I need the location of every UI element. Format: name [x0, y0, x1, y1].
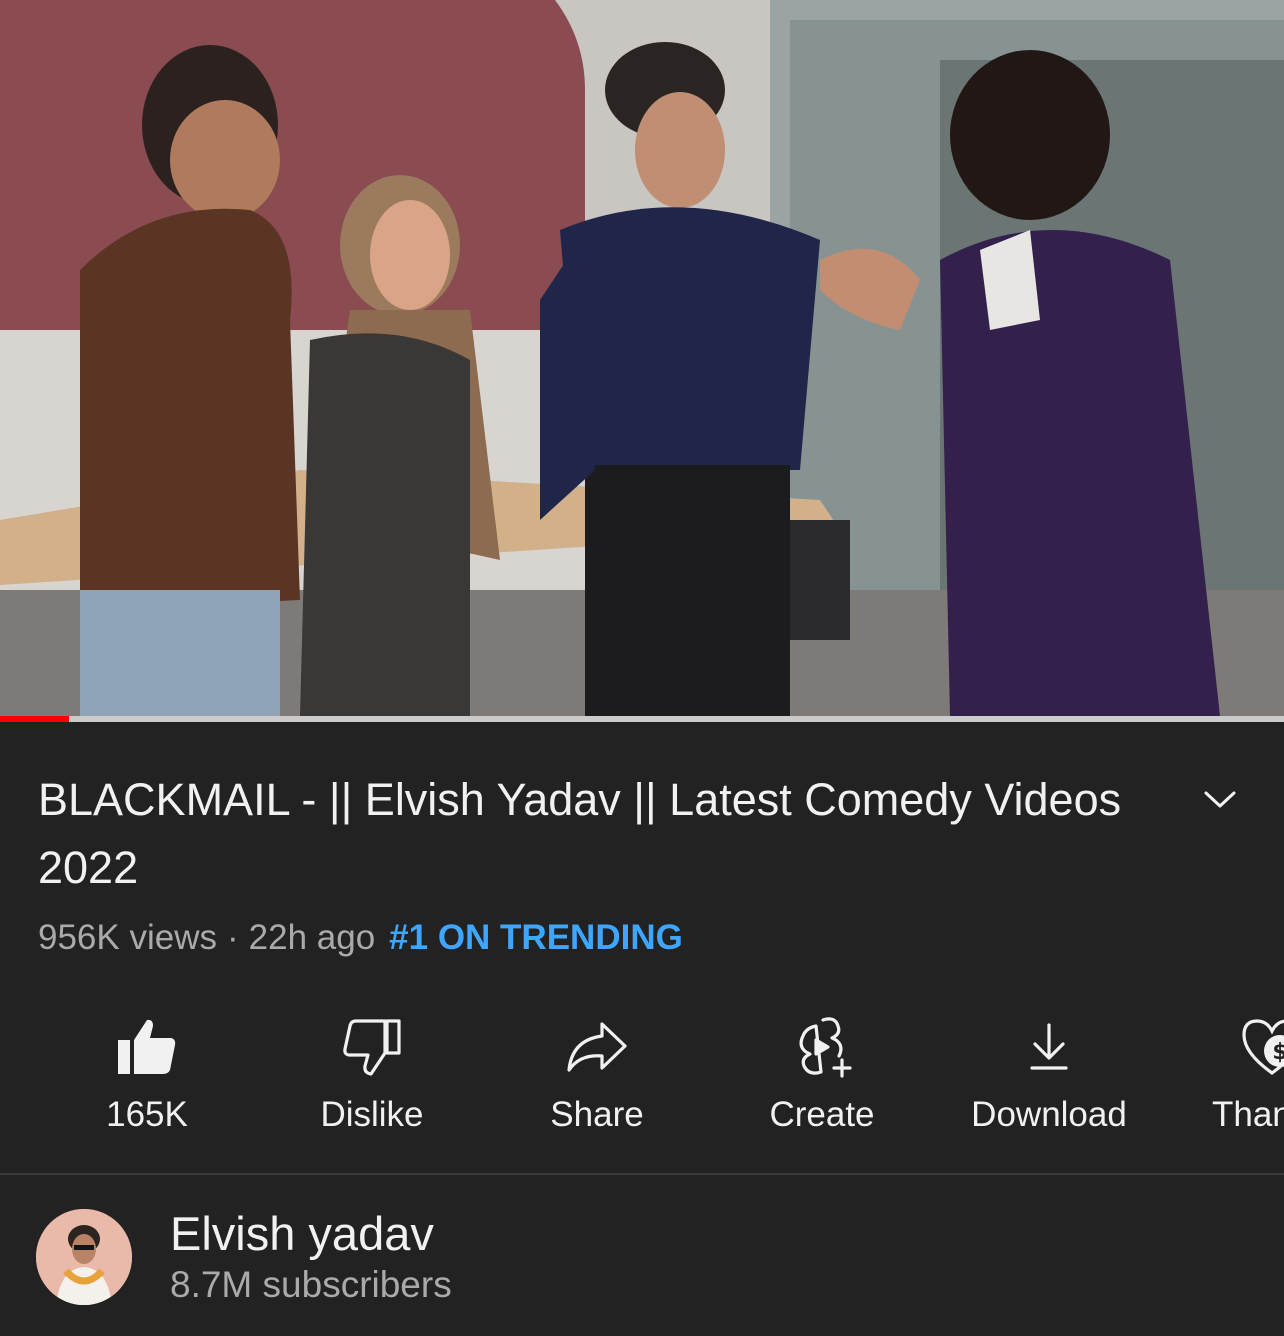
- thanks-label: Thanks: [1212, 1095, 1284, 1134]
- share-label: Share: [550, 1095, 644, 1134]
- like-count: 165K: [106, 1095, 188, 1134]
- create-shorts-icon: [789, 1014, 855, 1080]
- create-button[interactable]: Create: [712, 1010, 932, 1150]
- trending-badge[interactable]: #1 ON TRENDING: [389, 918, 683, 957]
- thanks-button[interactable]: $ Thanks: [1162, 1010, 1284, 1150]
- upload-age: 22h ago: [248, 918, 376, 957]
- create-label: Create: [769, 1095, 875, 1134]
- download-label: Download: [971, 1095, 1127, 1134]
- action-bar: 165K Dislike Share Create Download $ Tha…: [0, 1010, 1284, 1150]
- svg-text:$: $: [1272, 1040, 1284, 1065]
- video-title[interactable]: BLACKMAIL - || Elvish Yadav || Latest Co…: [38, 766, 1198, 902]
- share-button[interactable]: Share: [487, 1010, 707, 1150]
- share-arrow-icon: [564, 1014, 630, 1080]
- thumbs-up-filled-icon: [114, 1014, 180, 1080]
- progress-bar[interactable]: [0, 716, 1284, 722]
- thumbs-down-icon: [339, 1014, 405, 1080]
- chevron-down-icon: [1204, 791, 1236, 808]
- video-frame-image: [0, 0, 1284, 716]
- video-meta: 956K views · 22h ago #1 ON TRENDING: [38, 912, 683, 964]
- channel-name[interactable]: Elvish yadav: [170, 1206, 434, 1262]
- like-button[interactable]: 165K: [37, 1010, 257, 1150]
- channel-avatar[interactable]: [36, 1209, 132, 1305]
- expand-description-button[interactable]: [1196, 780, 1244, 820]
- dislike-button[interactable]: Dislike: [262, 1010, 482, 1150]
- dislike-label: Dislike: [320, 1095, 424, 1134]
- download-icon: [1016, 1014, 1082, 1080]
- section-divider: [0, 1173, 1284, 1175]
- download-button[interactable]: Download: [939, 1010, 1159, 1150]
- progress-buffered: [69, 716, 1284, 722]
- super-thanks-heart-icon: $: [1239, 1014, 1284, 1080]
- view-count: 956K views: [38, 918, 217, 957]
- video-title-row[interactable]: BLACKMAIL - || Elvish Yadav || Latest Co…: [38, 766, 1198, 902]
- subscriber-count: 8.7M subscribers: [170, 1264, 452, 1305]
- channel-row[interactable]: Elvish yadav 8.7M subscribers: [0, 1200, 1284, 1320]
- meta-separator: ·: [226, 918, 239, 957]
- video-player[interactable]: [0, 0, 1284, 722]
- progress-played: [0, 716, 70, 722]
